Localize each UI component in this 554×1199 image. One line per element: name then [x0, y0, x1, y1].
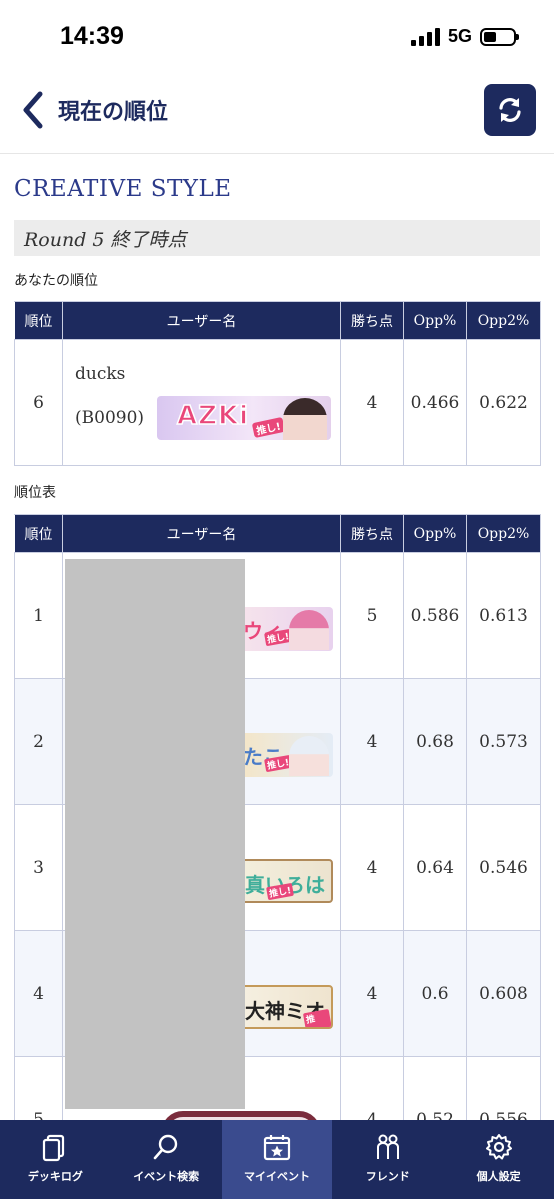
calendar-star-icon: [263, 1135, 291, 1161]
avatar: [289, 610, 329, 650]
nav-settings[interactable]: 個人設定: [443, 1120, 554, 1199]
table-header-row: 順位 ユーザー名 勝ち点 Opp% Opp2%: [14, 301, 541, 340]
oshi-tag: 推し!: [302, 1008, 331, 1027]
opp2-cell: 0.613: [466, 552, 541, 679]
my-rank-label: あなたの順位: [14, 273, 98, 289]
status-time: 14:39: [60, 22, 124, 50]
page-title: 現在の順位: [58, 99, 169, 125]
user-id: (B0090): [75, 408, 145, 428]
app-header: 現在の順位: [0, 72, 554, 154]
rank-cell: 4: [14, 930, 63, 1057]
header-points: 勝ち点: [340, 301, 404, 340]
oshi-banner: たこ 推し!: [243, 733, 333, 777]
status-indicators: 5G: [410, 26, 519, 47]
standings-label: 順位表: [14, 485, 56, 501]
round-label: Round 5 終了時点: [24, 228, 187, 251]
oshi-banner: 大神ミオ 推し!: [243, 985, 333, 1029]
redaction-block: [65, 559, 245, 1109]
points-cell: 4: [340, 678, 404, 805]
deck-icon: [43, 1134, 65, 1162]
bottom-nav: デッキログ イベント検索 マイイベント フレンド 個人設定: [0, 1120, 554, 1199]
opp-cell: 0.6: [403, 930, 467, 1057]
opp2-cell: 0.573: [466, 678, 541, 805]
event-title: CREATIVE STYLE: [14, 176, 232, 202]
status-bar: 14:39 5G: [0, 0, 554, 72]
header-username: ユーザー名: [62, 514, 341, 553]
avatar: [283, 398, 327, 440]
header-opp: Opp%: [403, 301, 467, 340]
header-rank: 順位: [14, 301, 63, 340]
signal-icon: [410, 27, 440, 46]
nav-label: フレンド: [365, 1170, 410, 1183]
nav-deck-log[interactable]: デッキログ: [0, 1120, 111, 1199]
rank-cell: 3: [14, 804, 63, 931]
back-button[interactable]: [18, 90, 48, 130]
oshi-banner: AZKi 推し!: [157, 396, 331, 440]
nav-label: マイイベント: [243, 1170, 310, 1183]
round-banner: Round 5 終了時点: [14, 220, 540, 256]
nav-friends[interactable]: フレンド: [332, 1120, 443, 1199]
nav-event-search[interactable]: イベント検索: [111, 1120, 222, 1199]
nav-label: 個人設定: [476, 1170, 521, 1183]
opp2-cell: 0.608: [466, 930, 541, 1057]
friends-icon: [376, 1134, 399, 1159]
battery-icon: [480, 27, 519, 46]
my-rank-row: 6 ducks (B0090) AZKi 推し! 4 0.466 0.622: [14, 339, 541, 466]
header-points: 勝ち点: [340, 514, 404, 553]
refresh-button[interactable]: [484, 84, 536, 136]
rank-cell: 2: [14, 678, 63, 805]
header-rank: 順位: [14, 514, 63, 553]
opp-cell: 0.586: [403, 552, 467, 679]
username-cell: ducks (B0090) AZKi 推し!: [62, 339, 341, 466]
header-opp2: Opp2%: [466, 514, 541, 553]
header-username: ユーザー名: [62, 301, 341, 340]
header-opp2: Opp2%: [466, 301, 541, 340]
points-cell: 4: [340, 804, 404, 931]
rank-cell: 1: [14, 552, 63, 679]
opp-cell: 0.466: [403, 339, 467, 466]
opp-cell: 0.64: [403, 804, 467, 931]
oshi-name: AZKi: [176, 400, 250, 432]
points-cell: 4: [340, 339, 404, 466]
nav-my-event[interactable]: マイイベント: [221, 1120, 333, 1199]
opp-cell: 0.68: [403, 678, 467, 805]
search-icon: [153, 1134, 178, 1160]
header-opp: Opp%: [403, 514, 467, 553]
oshi-banner: 真いろは 推し!: [243, 859, 333, 903]
refresh-icon: [499, 98, 521, 122]
opp2-cell: 0.622: [466, 339, 541, 466]
avatar: [289, 736, 329, 776]
points-cell: 4: [340, 930, 404, 1057]
gear-icon: [485, 1134, 512, 1160]
user-name: ducks: [75, 364, 126, 384]
nav-label: デッキログ: [27, 1170, 83, 1183]
table-header-row: 順位 ユーザー名 勝ち点 Opp% Opp2%: [14, 514, 541, 553]
nav-label: イベント検索: [133, 1170, 200, 1183]
points-cell: 5: [340, 552, 404, 679]
rank-cell: 6: [14, 339, 63, 466]
network-label: 5G: [447, 26, 472, 46]
chevron-left-icon: [23, 91, 43, 129]
oshi-banner: ウィ 推し!: [243, 607, 333, 651]
opp2-cell: 0.546: [466, 804, 541, 931]
my-rank-table: 順位 ユーザー名 勝ち点 Opp% Opp2% 6 ducks (B0090) …: [14, 301, 541, 466]
